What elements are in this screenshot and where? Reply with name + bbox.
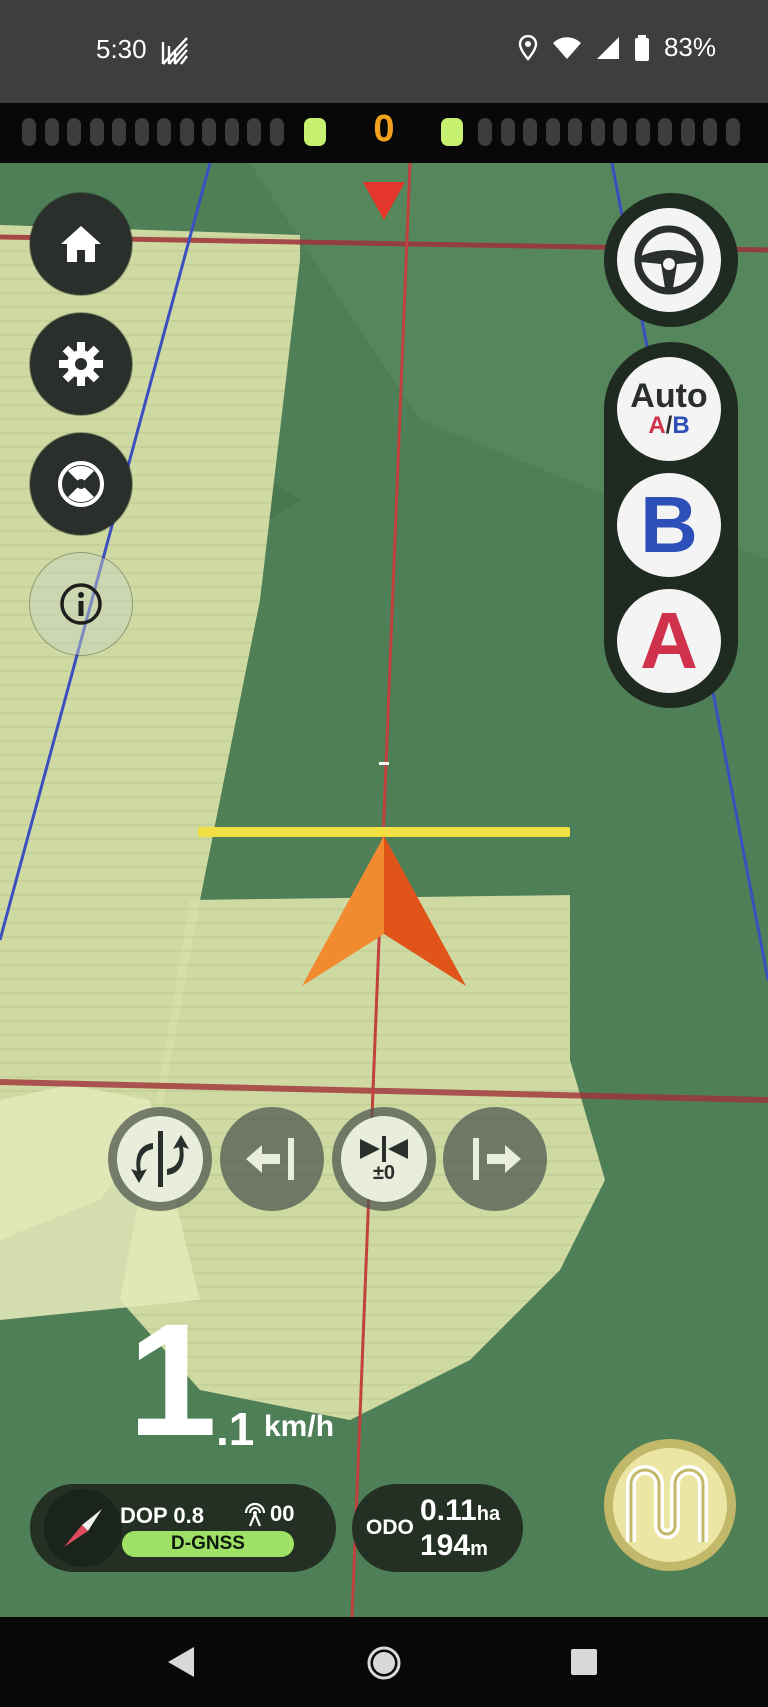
network-bars-icon xyxy=(161,37,188,65)
cell-signal-icon xyxy=(596,36,619,59)
lightbar-led xyxy=(44,118,59,146)
swap-direction-button[interactable] xyxy=(108,1107,212,1211)
home-icon xyxy=(61,226,101,262)
auto-ab-subtitle: A/B xyxy=(648,411,690,439)
lightbar-led xyxy=(134,118,149,146)
point-b-label: B xyxy=(640,480,698,569)
odometer-area: 0.11ha xyxy=(420,1494,501,1527)
lightbar-led xyxy=(202,118,216,146)
auto-ab-button[interactable]: Auto A/B xyxy=(617,357,721,461)
recents-icon[interactable] xyxy=(570,1648,598,1676)
lightbar-led xyxy=(500,118,515,146)
steering-wheel-icon xyxy=(634,225,704,295)
compass-needle-icon xyxy=(64,1509,102,1547)
set-point-b-button[interactable]: B xyxy=(617,473,721,577)
fix-type-badge: D-GNSS xyxy=(122,1531,294,1557)
home-nav-icon[interactable] xyxy=(366,1645,402,1681)
shift-left-button[interactable] xyxy=(220,1107,324,1211)
lightbar-led xyxy=(725,118,740,146)
auto-ab-title: Auto xyxy=(630,376,708,415)
lightbar-led xyxy=(179,118,194,146)
lightbar-led xyxy=(269,118,284,146)
speed-unit: km/h xyxy=(264,1410,335,1443)
back-icon[interactable] xyxy=(166,1645,196,1679)
lightbar-led-active-right xyxy=(441,118,463,146)
battery-icon xyxy=(634,34,649,61)
lightbar-led xyxy=(568,118,582,146)
lightbar-led xyxy=(67,118,81,146)
arrow-left-bar-icon xyxy=(246,1138,294,1180)
location-icon xyxy=(518,34,538,61)
antenna-icon xyxy=(244,1502,266,1527)
lightbar-led xyxy=(703,118,717,146)
implement-bar xyxy=(198,827,570,837)
swap-arrows-icon xyxy=(131,1131,189,1187)
reset-offset-label: ±0 xyxy=(372,1162,396,1184)
center-offset-icon xyxy=(360,1136,408,1162)
dop-value: DOP 0.8 xyxy=(120,1503,204,1528)
settings-button[interactable] xyxy=(30,313,132,415)
arrow-right-bar-icon xyxy=(473,1138,521,1180)
lightbar-led xyxy=(247,118,261,146)
info-button[interactable] xyxy=(30,553,132,655)
gear-icon xyxy=(59,342,103,386)
odometer-distance: 194m xyxy=(420,1529,488,1562)
lightbar-led xyxy=(635,118,650,146)
speed-integer: 1 xyxy=(128,1290,217,1469)
satellite-count: 00 xyxy=(242,1501,294,1527)
status-bar: 5:30 83% xyxy=(0,0,768,103)
lightbar-led xyxy=(224,118,239,146)
satellite-count-value: 00 xyxy=(270,1501,295,1526)
shift-right-button[interactable] xyxy=(443,1107,547,1211)
odometer-panel[interactable]: ODO 0.11ha 194m xyxy=(352,1484,523,1572)
lightbar-led xyxy=(658,118,672,146)
set-point-a-button[interactable]: A xyxy=(617,589,721,693)
lightbar-led-active-left xyxy=(304,118,326,146)
system-nav-bar xyxy=(0,1617,768,1707)
odometer-label: ODO xyxy=(366,1516,414,1539)
lightbar-led xyxy=(590,118,605,146)
lightbar-led xyxy=(545,118,560,146)
aperture-icon xyxy=(58,461,104,507)
lightbar-led xyxy=(112,118,126,146)
lightbar-offset-value: 0 xyxy=(373,108,395,150)
info-icon xyxy=(60,583,102,625)
serpentine-pattern-icon xyxy=(626,1465,708,1542)
lightbar-led xyxy=(22,118,36,146)
lightbar-led xyxy=(478,118,492,146)
point-a-label: A xyxy=(640,596,698,685)
reset-offset-button[interactable]: ±0 xyxy=(332,1107,436,1211)
lightbar-led xyxy=(680,118,695,146)
wifi-icon xyxy=(552,36,581,59)
lightbar-led xyxy=(157,118,171,146)
home-button[interactable] xyxy=(30,193,132,295)
pattern-button[interactable] xyxy=(604,1439,736,1571)
lightbar-led xyxy=(523,118,537,146)
steering-button[interactable] xyxy=(617,208,721,312)
compass xyxy=(44,1489,122,1567)
view-button[interactable] xyxy=(30,433,132,535)
lightbar-led xyxy=(613,118,627,146)
speed-fraction: .1 xyxy=(216,1403,255,1455)
clock: 5:30 xyxy=(96,34,147,64)
lightbar-led xyxy=(89,118,104,146)
battery-percent: 83% xyxy=(663,32,716,62)
